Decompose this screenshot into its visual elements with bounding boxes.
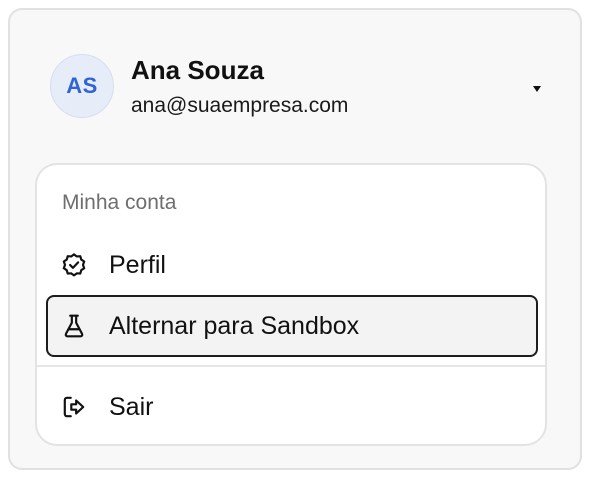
avatar: AS xyxy=(50,54,114,118)
account-menu: Minha conta Perfil Alternar para Sandbox xyxy=(35,163,547,446)
menu-item-profile[interactable]: Perfil xyxy=(46,234,538,296)
menu-divider xyxy=(37,365,545,367)
caret-down-icon[interactable] xyxy=(530,82,544,96)
account-switcher-card: AS Ana Souza ana@suaempresa.com Minha co… xyxy=(8,8,582,470)
menu-item-label: Perfil xyxy=(109,251,166,279)
menu-section-label: Minha conta xyxy=(62,191,177,214)
badge-check-icon xyxy=(61,252,87,278)
logout-icon xyxy=(61,394,87,420)
menu-item-label: Sair xyxy=(109,393,154,421)
menu-item-label: Alternar para Sandbox xyxy=(109,312,360,340)
flask-icon xyxy=(61,313,87,339)
menu-item-switch-sandbox[interactable]: Alternar para Sandbox xyxy=(46,295,538,357)
user-header[interactable]: AS Ana Souza ana@suaempresa.com xyxy=(10,10,580,160)
menu-item-logout[interactable]: Sair xyxy=(46,376,538,438)
avatar-initials: AS xyxy=(66,73,98,98)
user-email: ana@suaempresa.com xyxy=(131,94,349,117)
user-name: Ana Souza xyxy=(131,55,264,85)
